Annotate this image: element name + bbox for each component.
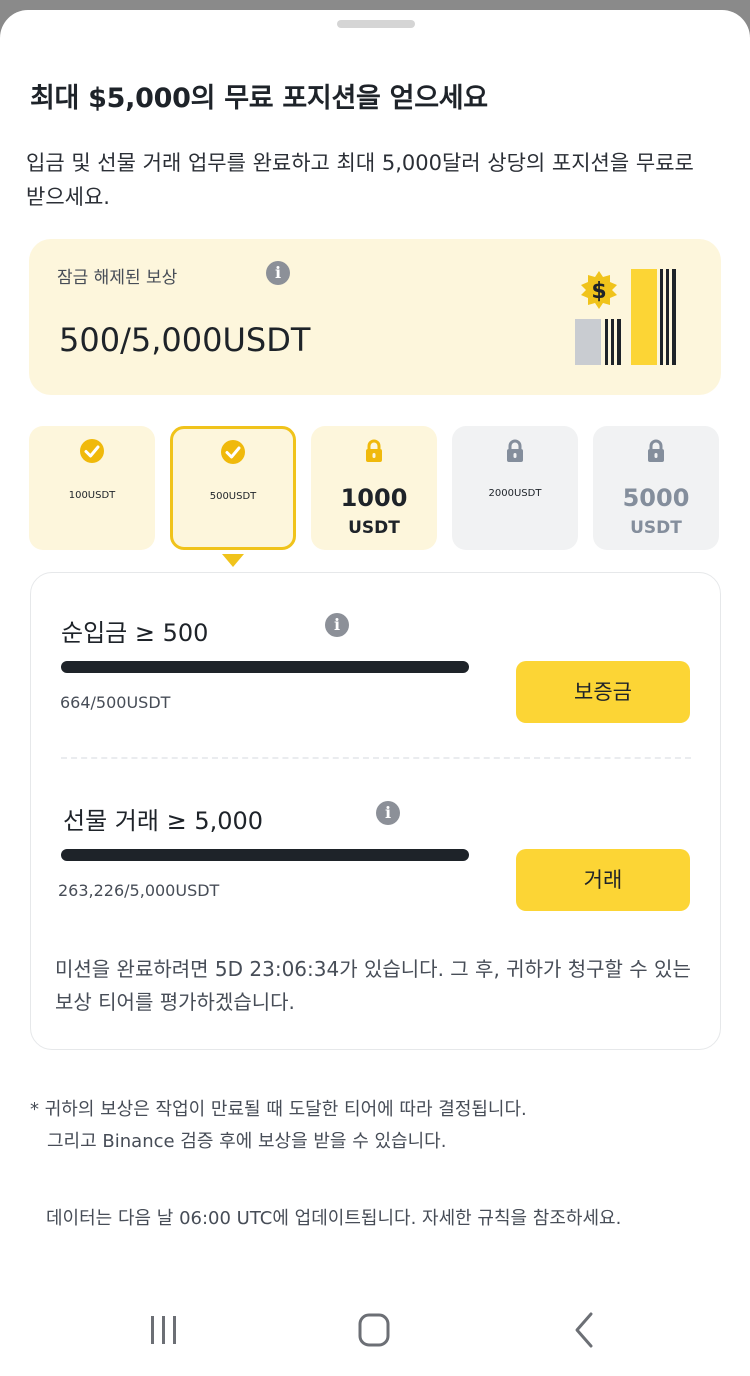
footnote-line-1: * 귀하의 보상은 작업이 만료될 때 도달한 티어에 따라 결정됩니다. (30, 1099, 527, 1120)
back-icon[interactable] (563, 1310, 607, 1350)
svg-text:$: $ (591, 279, 606, 304)
lock-icon (366, 439, 382, 462)
mission-deposit-progress-text: 664/500USDT (60, 693, 171, 712)
selected-tier-pointer (222, 554, 244, 567)
mission-divider (61, 757, 691, 759)
mission-futures-progress-bar (61, 849, 469, 861)
unlocked-reward-card: 잠금 해제된 보상 i 500/5,000USDT $ (29, 239, 721, 395)
tier-amount: 5000 (622, 484, 690, 512)
mission-deposit-progress-bar (61, 661, 469, 673)
info-icon[interactable]: i (376, 801, 400, 825)
footnote-line-2: 그리고 Binance 검증 후에 보상을 받을 수 있습니다. (47, 1131, 447, 1152)
system-navigation-bar (0, 1290, 750, 1370)
lock-icon (507, 439, 523, 462)
page-description: 입금 및 선물 거래 업무를 완료하고 최대 5,000달러 상당의 포지션을 … (26, 151, 694, 209)
reward-illustration: $ (575, 269, 676, 365)
mission-card: 순입금 ≥ 500 i 664/500USDT 보증금 선물 거래 ≥ 5,00… (30, 572, 721, 1050)
tier-500usdt[interactable]: 500USDT (170, 426, 296, 550)
mission-futures-progress-text: 263,226/5,000USDT (58, 881, 220, 900)
page-title: 최대 $5,000의 무료 포지션을 얻으세요 (30, 83, 488, 114)
check-circle-icon (80, 439, 104, 463)
tier-unit: USDT (348, 518, 400, 538)
tier-amount: 1000 (340, 484, 408, 512)
reward-value: 500/5,000USDT (59, 321, 311, 359)
check-circle-icon (221, 440, 245, 464)
reward-label: 잠금 해제된 보상 (57, 268, 178, 288)
trade-button[interactable]: 거래 (516, 849, 690, 911)
tier-label: 100USDT (68, 490, 116, 501)
mission-futures-title: 선물 거래 ≥ 5,000 (63, 807, 264, 835)
mission-countdown-note: 미션을 완료하려면 5D 23:06:34가 있습니다. 그 후, 귀하가 청구… (55, 957, 691, 1014)
tier-100usdt[interactable]: 100USDT (29, 426, 155, 550)
bottom-sheet: 최대 $5,000의 무료 포지션을 얻으세요 입금 및 선물 거래 업무를 완… (0, 10, 750, 1376)
tier-label: 2000USDT (488, 488, 542, 499)
info-icon[interactable]: i (325, 613, 349, 637)
tier-unit: USDT (630, 518, 682, 538)
data-update-note[interactable]: 데이터는 다음 날 06:00 UTC에 업데이트됩니다. 자세한 규칙을 참조… (46, 1204, 621, 1230)
info-icon[interactable]: i (266, 261, 290, 285)
tier-2000usdt[interactable]: 2000USDT (452, 426, 578, 550)
tier-1000usdt[interactable]: 1000 USDT (311, 426, 437, 550)
mission-deposit-title: 순입금 ≥ 500 (61, 619, 209, 647)
home-icon[interactable] (352, 1310, 396, 1350)
sheet-drag-handle[interactable] (337, 20, 415, 28)
lock-icon (648, 439, 664, 462)
recent-apps-icon[interactable] (142, 1310, 186, 1350)
tier-label: 500USDT (209, 491, 257, 502)
deposit-button[interactable]: 보증금 (516, 661, 690, 723)
tier-5000usdt[interactable]: 5000 USDT (593, 426, 719, 550)
reward-footnote: * 귀하의 보상은 작업이 만료될 때 도달한 티어에 따라 결정됩니다. 그리… (30, 1094, 730, 1158)
